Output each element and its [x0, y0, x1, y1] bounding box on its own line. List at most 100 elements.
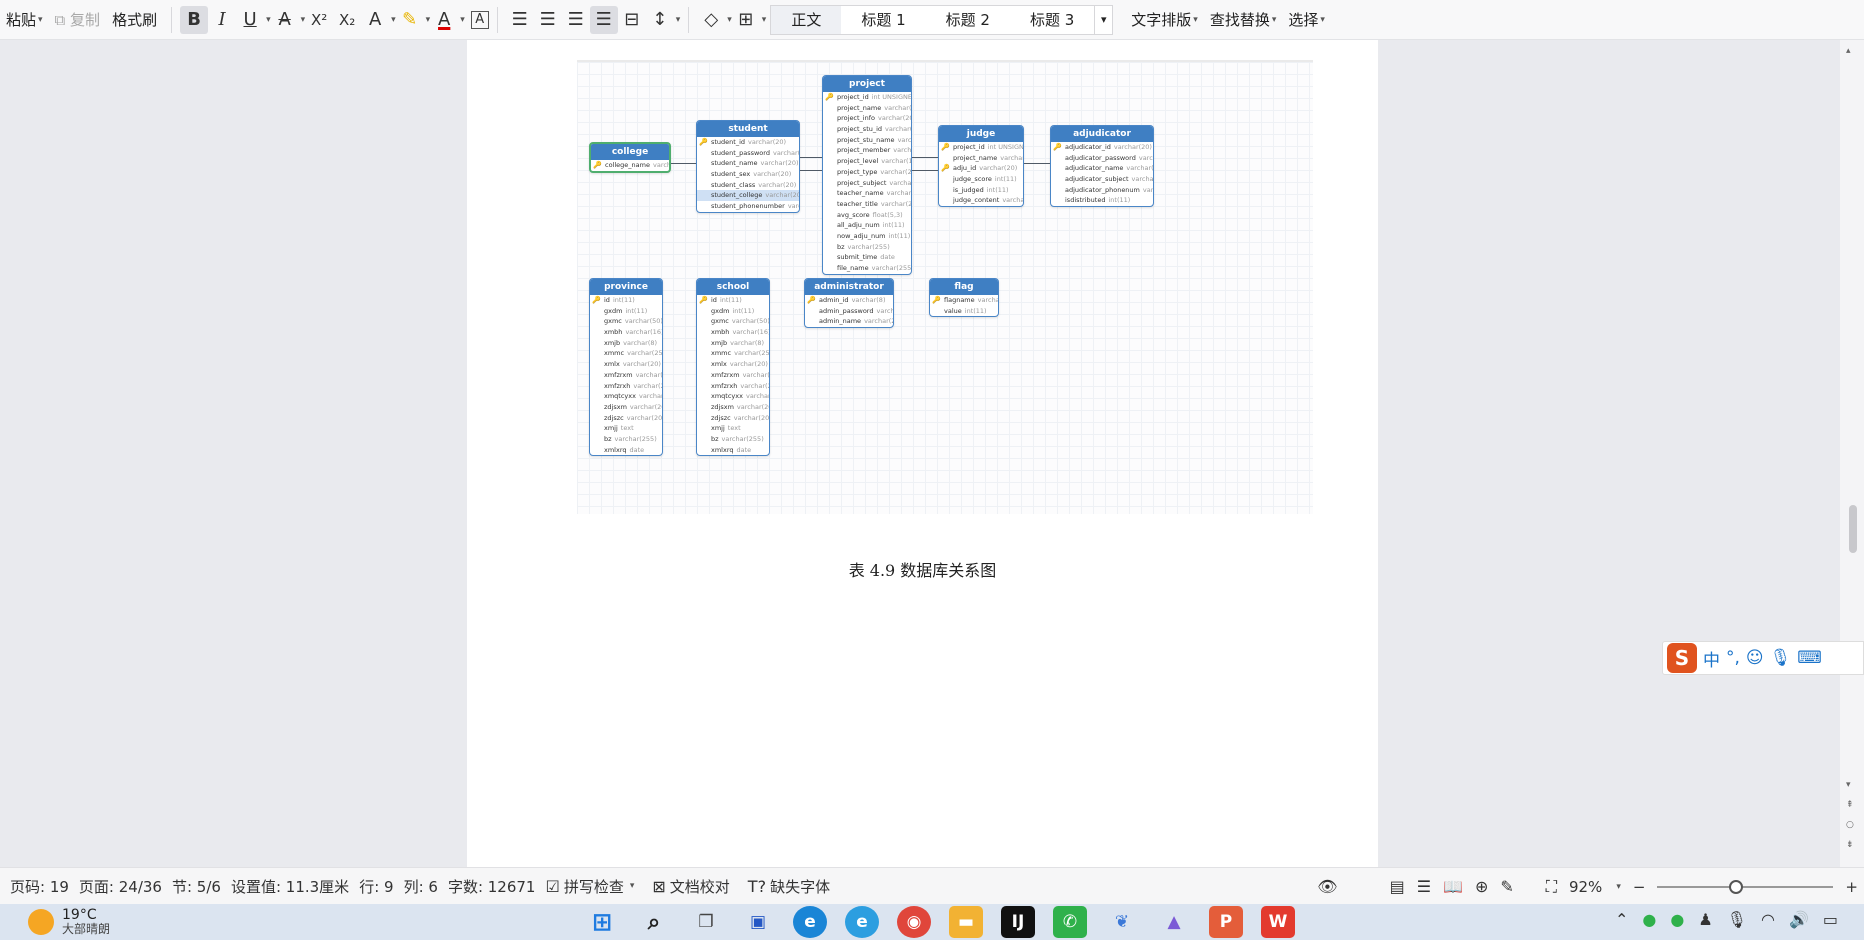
- er-field-name: student_sex: [711, 170, 751, 179]
- char-border-button[interactable]: A: [470, 10, 489, 29]
- text-effect-button[interactable]: A: [361, 6, 389, 34]
- align-left-icon[interactable]: ☰: [506, 6, 534, 34]
- emoji-icon[interactable]: ☺: [1746, 648, 1764, 668]
- app-icon[interactable]: ▣: [741, 906, 775, 938]
- spell-check-button[interactable]: ☑ 拼写检查 ▾: [545, 876, 634, 897]
- chevron-down-icon[interactable]: ▾: [762, 15, 767, 25]
- wechat-tray-icon[interactable]: ●: [1642, 910, 1656, 929]
- er-field-name: xmmc: [711, 349, 732, 358]
- bold-button[interactable]: B: [180, 5, 209, 34]
- subscript-button[interactable]: X₂: [333, 6, 361, 34]
- line-spacing-icon[interactable]: ↕: [646, 6, 674, 34]
- file-explorer-icon[interactable]: ▬: [949, 906, 983, 938]
- style-normal[interactable]: 正文: [771, 5, 842, 34]
- align-right-icon[interactable]: ☰: [562, 6, 590, 34]
- web-view-icon[interactable]: ⊕: [1475, 877, 1488, 896]
- zoom-slider-knob[interactable]: [1729, 879, 1744, 894]
- page-count[interactable]: 页面: 24/36: [79, 876, 162, 897]
- er-diagram-image[interactable]: collegecollege_namevarchar(20)studentstu…: [577, 60, 1313, 514]
- page-number[interactable]: 页码: 19: [10, 876, 69, 897]
- missing-font-button[interactable]: T? 缺失字体: [748, 876, 830, 897]
- chrome-icon[interactable]: ◉: [897, 906, 931, 938]
- outline-view-icon[interactable]: ☰: [1417, 877, 1431, 896]
- doc-proof-button[interactable]: ⊠ 文档校对: [652, 876, 729, 897]
- keyboard-icon[interactable]: ⌨: [1797, 648, 1822, 668]
- battery-icon[interactable]: ▭: [1823, 910, 1838, 929]
- distributed-align-icon[interactable]: ⊟: [618, 6, 646, 34]
- justify-icon[interactable]: ☰: [589, 5, 618, 34]
- scroll-up-icon[interactable]: ▴: [1846, 46, 1851, 56]
- zoom-out-icon[interactable]: −: [1633, 878, 1646, 896]
- select-button[interactable]: 选择 ▾: [1282, 6, 1331, 34]
- strikethrough-button[interactable]: A: [271, 6, 299, 34]
- align-center-icon[interactable]: ☰: [534, 6, 562, 34]
- column-indicator[interactable]: 列: 6: [404, 876, 438, 897]
- volume-icon[interactable]: 🔊: [1789, 910, 1809, 929]
- select-browse-icon[interactable]: ○: [1846, 820, 1854, 830]
- er-field-name: student_class: [711, 180, 756, 189]
- style-heading-3[interactable]: 标题 3: [1010, 6, 1094, 34]
- chevron-up-icon[interactable]: ⌃: [1615, 910, 1628, 929]
- word-count[interactable]: 字数: 12671: [448, 876, 536, 897]
- er-field-row: gxmc varchar(50): [697, 316, 769, 327]
- er-field-name: adjudicator_password: [1065, 153, 1136, 162]
- search-icon[interactable]: ⌕: [637, 906, 671, 938]
- chevron-down-icon[interactable]: ▾: [460, 15, 465, 25]
- eye-protection-icon[interactable]: 👁: [1317, 877, 1337, 896]
- intellij-icon[interactable]: IJ: [1001, 906, 1035, 938]
- document-page[interactable]: collegecollege_namevarchar(20)studentstu…: [467, 40, 1378, 867]
- copy-button[interactable]: ⧉ 复制: [49, 6, 107, 34]
- superscript-button[interactable]: X²: [305, 6, 333, 34]
- wifi-icon[interactable]: ◠: [1761, 910, 1775, 929]
- wechat-tray-icon[interactable]: ●: [1670, 910, 1684, 929]
- ime-punctuation-toggle[interactable]: °,: [1726, 648, 1740, 668]
- fit-page-icon[interactable]: ⛶: [1546, 877, 1557, 897]
- scroll-down-icon[interactable]: ▾: [1846, 780, 1851, 790]
- style-heading-2[interactable]: 标题 2: [926, 6, 1010, 34]
- sogou-logo-icon[interactable]: S: [1667, 643, 1697, 673]
- next-page-icon[interactable]: ⇟: [1846, 840, 1854, 850]
- ime-language-toggle[interactable]: 中: [1703, 646, 1720, 671]
- qq-icon[interactable]: ♟: [1698, 910, 1712, 929]
- scrollbar-thumb[interactable]: [1849, 505, 1857, 553]
- zoom-slider[interactable]: [1657, 879, 1834, 894]
- microphone-icon[interactable]: 🎙: [1770, 648, 1792, 668]
- find-replace-button[interactable]: 查找替换 ▾: [1204, 6, 1283, 34]
- borders-icon[interactable]: ⊞: [732, 6, 760, 34]
- italic-button[interactable]: I: [208, 6, 236, 34]
- edit-icon[interactable]: ✎: [1500, 877, 1513, 896]
- shading-icon[interactable]: ◇: [697, 6, 725, 34]
- app-icon[interactable]: ❦: [1105, 906, 1139, 938]
- setting-value[interactable]: 设置值: 11.3厘米: [231, 876, 349, 897]
- er-field-row: bz varchar(255): [823, 242, 911, 253]
- er-field-type: varchar(50): [624, 317, 663, 326]
- prev-page-icon[interactable]: ⇞: [1846, 800, 1854, 810]
- windows-start-icon[interactable]: ⊞: [585, 906, 619, 938]
- er-field-row: xmfzrxhvarchar(20): [590, 381, 662, 392]
- font-color-button[interactable]: A: [430, 6, 458, 34]
- highlighter-icon[interactable]: ✎: [396, 6, 424, 34]
- vertical-scrollbar[interactable]: ▴ ▾ ⇞ ○ ⇟: [1840, 40, 1864, 867]
- zoom-in-icon[interactable]: +: [1845, 878, 1858, 896]
- wechat-icon[interactable]: ✆: [1053, 906, 1087, 938]
- format-painter-button[interactable]: 格式刷: [106, 6, 163, 34]
- row-indicator[interactable]: 行: 9: [359, 876, 393, 897]
- page-view-icon[interactable]: ▤: [1390, 877, 1405, 896]
- microphone-icon[interactable]: 🎙: [1727, 910, 1747, 929]
- reading-mode-icon[interactable]: 📖: [1443, 877, 1463, 896]
- ie-browser-icon[interactable]: e: [845, 906, 879, 938]
- paste-button[interactable]: 粘贴 ▾: [0, 6, 49, 34]
- edge-browser-icon[interactable]: e: [793, 906, 827, 938]
- text-layout-button[interactable]: 文字排版 ▾: [1125, 6, 1204, 34]
- underline-button[interactable]: U: [236, 6, 264, 34]
- task-view-icon[interactable]: ❐: [689, 906, 723, 938]
- wps-icon[interactable]: W: [1261, 906, 1295, 938]
- app-icon[interactable]: ▲: [1157, 906, 1191, 938]
- weather-widget[interactable]: 19°C 大部晴朗: [28, 908, 110, 936]
- zoom-level[interactable]: 92%: [1569, 878, 1602, 896]
- style-more-icon[interactable]: ▾: [1094, 5, 1112, 34]
- presentation-icon[interactable]: P: [1209, 906, 1243, 938]
- chevron-down-icon[interactable]: ▾: [676, 15, 681, 25]
- section-indicator[interactable]: 节: 5/6: [172, 876, 221, 897]
- style-heading-1[interactable]: 标题 1: [841, 6, 925, 34]
